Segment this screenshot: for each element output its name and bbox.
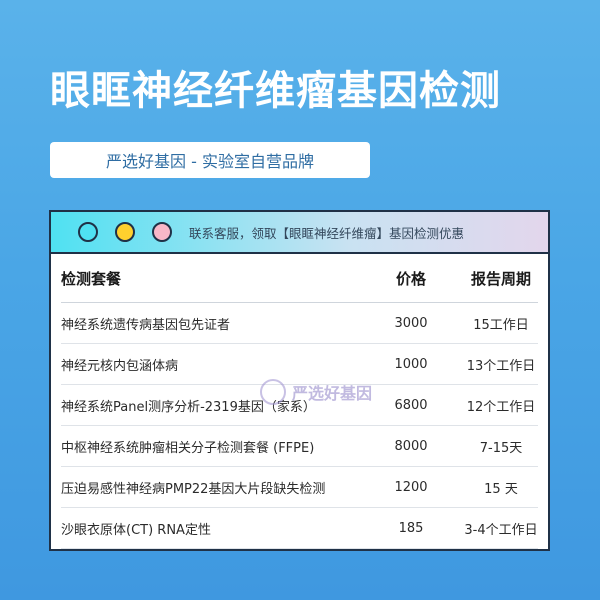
package-name: 压迫易感性神经病PMP22基因大片段缺失检测 (61, 481, 326, 497)
package-price: 3000 (394, 315, 428, 331)
report-period: 13个工作日 (466, 358, 536, 374)
column-header-price: 价格 (395, 269, 426, 288)
package-price: 1000 (394, 356, 428, 372)
table-row[interactable]: 神经系统Panel测序分析-2319基因（家系） 6800 12个工作日 (61, 385, 538, 426)
package-name: 沙眼衣原体(CT) RNA定性 (61, 522, 211, 538)
brand-tagline-badge: 严选好基因 - 实验室自营品牌 (50, 142, 370, 178)
report-period: 3-4个工作日 (464, 522, 538, 538)
report-period: 7-15天 (479, 440, 523, 456)
yellow-dot-icon (115, 222, 135, 242)
column-header-period: 报告周期 (470, 269, 531, 288)
table-row[interactable]: 压迫易感性神经病PMP22基因大片段缺失检测 1200 15 天 (61, 467, 538, 508)
report-period: 15工作日 (473, 317, 529, 333)
brand-tagline: 严选好基因 - 实验室自营品牌 (106, 152, 314, 171)
table-row[interactable]: 神经系统遗传病基因包先证者 3000 15工作日 (61, 303, 538, 344)
table-header-row: 检测套餐 价格 报告周期 (61, 254, 538, 303)
package-price: 6800 (394, 397, 428, 413)
package-name: 神经系统Panel测序分析-2319基因（家系） (61, 399, 316, 415)
cyan-dot-icon (78, 222, 98, 242)
panel-titlebar: 联系客服，领取【眼眶神经纤维瘤】基因检测优惠 (51, 212, 548, 254)
package-price: 8000 (394, 438, 428, 454)
page-title: 眼眶神经纤维瘤基因检测 (50, 68, 501, 114)
table-row[interactable]: 沙眼衣原体(CT) RNA定性 185 3-4个工作日 (61, 508, 538, 549)
pink-dot-icon (152, 222, 172, 242)
report-period: 12个工作日 (466, 399, 536, 415)
package-price: 185 (398, 520, 424, 536)
test-package-table: 检测套餐 价格 报告周期 神经系统遗传病基因包先证者 3000 15工作日 神经… (51, 254, 548, 549)
package-name: 中枢神经系统肿瘤相关分子检测套餐 (FFPE) (61, 440, 315, 456)
table-row[interactable]: 中枢神经系统肿瘤相关分子检测套餐 (FFPE) 8000 7-15天 (61, 426, 538, 467)
package-name: 神经元核内包涵体病 (61, 358, 179, 374)
column-header-package: 检测套餐 (61, 269, 122, 288)
price-list-panel: 联系客服，领取【眼眶神经纤维瘤】基因检测优惠 检测套餐 价格 报告周期 神经系统… (49, 210, 550, 551)
package-name: 神经系统遗传病基因包先证者 (61, 317, 231, 333)
report-period: 15 天 (484, 481, 518, 497)
table-row[interactable]: 神经元核内包涵体病 1000 13个工作日 (61, 344, 538, 385)
package-price: 1200 (394, 479, 428, 495)
customer-service-notice[interactable]: 联系客服，领取【眼眶神经纤维瘤】基因检测优惠 (189, 223, 464, 242)
